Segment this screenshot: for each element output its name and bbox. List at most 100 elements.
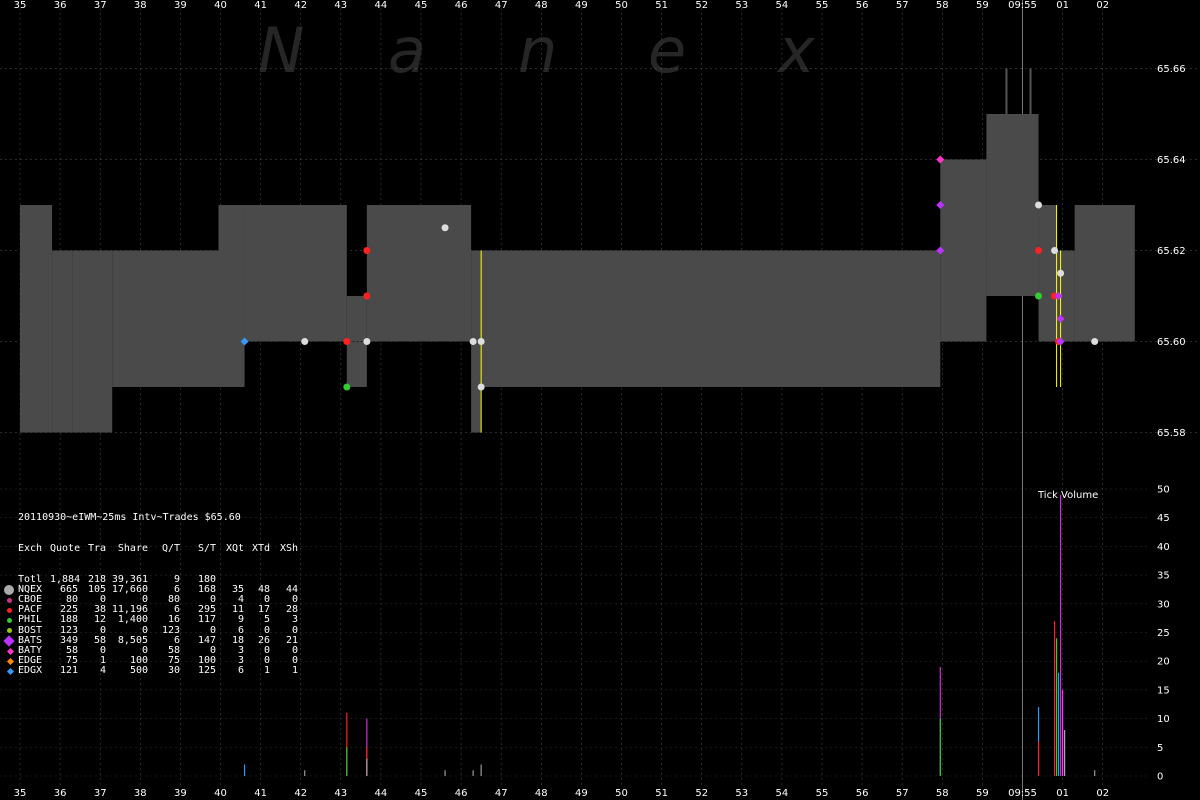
time-tick-label: 40: [214, 0, 227, 11]
time-tick-label: 45: [415, 0, 428, 11]
summary-column-header: Share: [117, 543, 148, 554]
time-tick-label: 43: [334, 788, 347, 799]
volume-bar: [304, 770, 306, 776]
time-tick-label: 36: [54, 788, 67, 799]
time-tick-label: 01: [1056, 0, 1069, 11]
volume-bar: [1094, 770, 1096, 776]
summary-cell: 1: [263, 665, 270, 677]
trade-marker-nqex: [1057, 269, 1065, 277]
summary-row: BATY 58 0 0 58 0 3 0 0: [6, 645, 298, 656]
time-tick-label: 46: [455, 0, 468, 11]
price-axis: 65.58 65.60 65.62 65.64 65.66: [1157, 64, 1186, 439]
time-tick-label: 38: [134, 0, 147, 11]
time-axis-top: 35 36 37 38 39 40 41 42 43 44 45 46 47 48 49 50 51 52 53 54…: [14, 0, 1109, 11]
nbbo-segment: [940, 159, 987, 342]
time-tick-label: 53: [735, 788, 748, 799]
summary-rows: Totl 1,884 218 39,361 9 180 NQEX 665 105 17,660 6 1…: [3, 574, 298, 677]
nbbo-segment: [986, 114, 1039, 296]
time-tick-label: 59: [976, 0, 989, 11]
volume-tick-label: 5: [1157, 743, 1163, 754]
volume-bar: [1059, 494, 1062, 776]
nanex-watermark: Nanex: [258, 14, 816, 87]
price-tick-label: 65.62: [1157, 246, 1186, 257]
summary-cell: 121: [59, 665, 78, 677]
nbbo-segment: [112, 250, 219, 387]
time-tick-label: 59: [976, 788, 989, 799]
exchange-name: EDGX: [18, 665, 43, 677]
summary-column-header: Exch: [18, 543, 43, 554]
time-tick-label: 41: [254, 788, 267, 799]
summary-column-header: Quote: [50, 543, 81, 554]
time-tick-label: 56: [856, 788, 869, 799]
time-tick-label: 37: [94, 788, 107, 799]
volume-bar: [1055, 638, 1058, 776]
time-tick-label: 44: [375, 788, 388, 799]
time-tick-label: 51: [655, 0, 668, 11]
summary-column-header: S/T: [197, 543, 216, 554]
time-tick-label: 39: [174, 0, 187, 11]
trade-marker-nqex: [477, 383, 485, 391]
volume-tick-label: 0: [1157, 772, 1163, 783]
time-tick-label: 35: [14, 0, 27, 11]
volume-bar: [1064, 730, 1066, 776]
trade-marker-nqex: [1035, 201, 1043, 209]
price-tick-label: 65.64: [1157, 155, 1186, 166]
time-tick-label: 58: [936, 0, 949, 11]
volume-bar: [243, 764, 246, 776]
summary-column-header: XTd: [251, 543, 270, 554]
time-tick-label: 02: [1096, 788, 1109, 799]
trade-marker-pacf: [343, 338, 351, 345]
summary-cell: 500: [129, 665, 148, 677]
time-tick-label: 36: [54, 0, 67, 11]
volume-tick-label: 30: [1157, 599, 1170, 610]
summary-column-header: XQt: [225, 543, 244, 554]
summary-column-header: XSh: [279, 543, 298, 554]
trade-marker-nqex: [441, 224, 449, 232]
time-tick-label: 37: [94, 0, 107, 11]
nbbo-segment: [72, 250, 113, 433]
volume-tick-label: 45: [1157, 513, 1170, 524]
time-tick-label: 53: [735, 0, 748, 11]
time-tick-label: 56: [856, 0, 869, 11]
trade-marker-nqex: [477, 338, 485, 345]
volume-bar: [366, 758, 368, 776]
ask-spikes: [1005, 68, 1032, 114]
time-tick-label: 01: [1056, 788, 1069, 799]
price-tick-label: 65.60: [1157, 337, 1186, 348]
time-tick-label: 35: [14, 788, 27, 799]
trade-marker-nqex: [1091, 338, 1099, 345]
volume-bar: [472, 770, 474, 776]
time-tick-label: 09:55: [1008, 788, 1037, 799]
time-tick-label: 52: [695, 0, 708, 11]
volume-bar: [1037, 741, 1040, 776]
nbbo-segment: [52, 250, 73, 433]
time-tick-label: 57: [896, 788, 909, 799]
time-tick-label: 38: [134, 788, 147, 799]
volume-tick-label: 50: [1157, 485, 1170, 496]
watermark-letter: e: [648, 14, 686, 87]
trade-marker-nqex: [363, 338, 371, 345]
trade-marker-phil: [1035, 292, 1043, 300]
trade-marker-pacf: [363, 247, 371, 254]
summary-column-header: Tra: [87, 543, 106, 554]
volume-bar: [480, 764, 482, 776]
volume-bars: [243, 494, 1096, 776]
time-tick-label: 50: [615, 0, 628, 11]
volume-axis: 0 5 10 15 20 25 30 35 40 45 50: [1157, 485, 1170, 783]
nbbo-segment: [1074, 205, 1135, 342]
time-tick-label: 52: [695, 788, 708, 799]
time-tick-label: 50: [615, 788, 628, 799]
time-tick-label: 44: [375, 0, 388, 11]
nbbo-segment: [366, 205, 472, 342]
time-tick-label: 54: [776, 0, 789, 11]
volume-tick-label: 25: [1157, 628, 1170, 639]
summary-cell: 6: [237, 665, 244, 677]
summary-columns: Exch Quote Tra Share Q/T S/T XQt XTd XSh: [18, 543, 298, 554]
time-tick-label: 58: [936, 788, 949, 799]
trade-marker-phil: [343, 383, 351, 391]
watermark-letter: n: [518, 14, 557, 87]
nbbo-band: [20, 114, 1135, 433]
summary-row: EDGX 121 4 500 30 125 6 1 1: [6, 665, 298, 677]
time-tick-label: 57: [896, 0, 909, 11]
summary-cell: 4: [99, 665, 106, 677]
